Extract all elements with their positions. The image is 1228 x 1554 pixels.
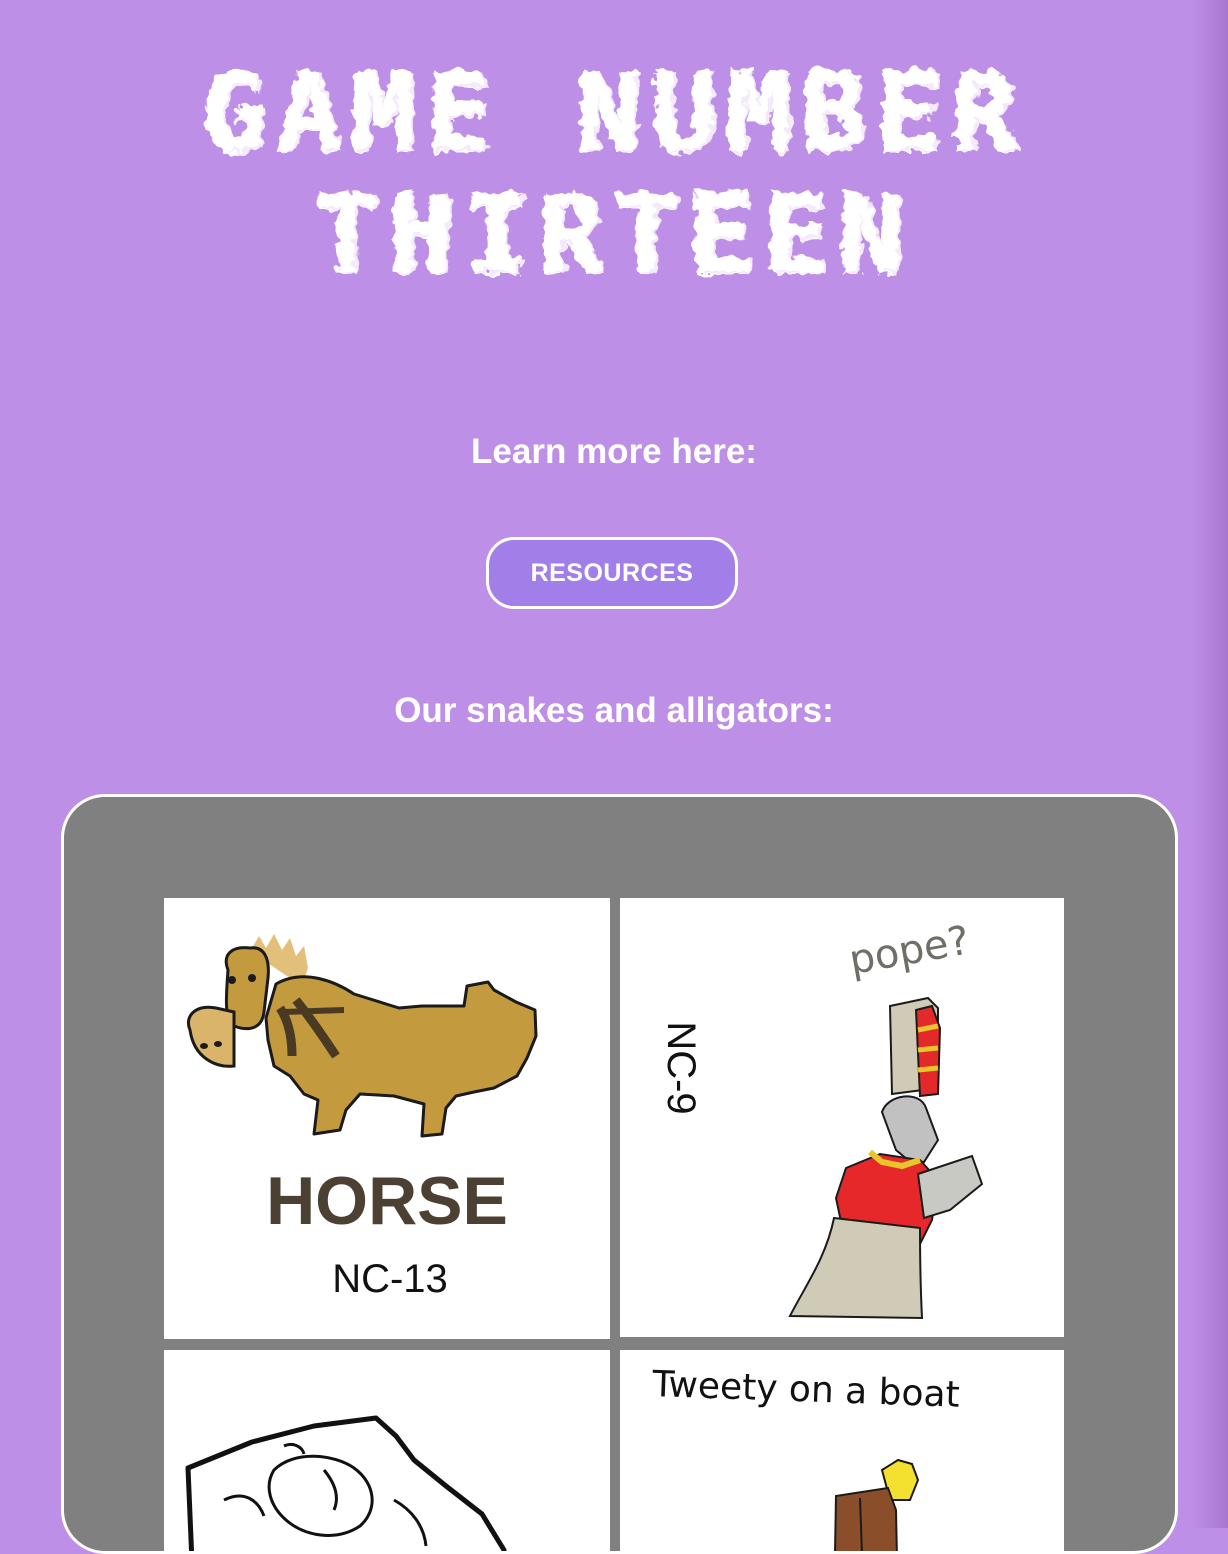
map-drawing: 3 [185, 1415, 585, 1554]
pope-caption: pope? [846, 918, 973, 984]
resources-button[interactable]: RESOURCES [486, 537, 738, 609]
horse-code: NC-13 [332, 1257, 448, 1301]
learn-more-heading: Learn more here: [471, 432, 757, 471]
title-line-2: thirteen [313, 172, 915, 297]
pope-drawing: pope? NC-9 [659, 918, 984, 1320]
card-pope[interactable]: pope? NC-9 [620, 898, 1064, 1337]
title-line-1: Game number [201, 50, 1027, 175]
card-horse[interactable]: HORSE NC-13 [164, 898, 610, 1339]
card-tweety[interactable]: Tweety on a boat [620, 1350, 1064, 1551]
card-map[interactable]: 3 [164, 1350, 610, 1554]
gallery-heading: Our snakes and alligators: [394, 691, 834, 730]
pope-code: NC-9 [659, 1021, 703, 1114]
site-title: Game number thirteen [0, 52, 1228, 296]
horse-drawing: HORSE NC-13 [187, 934, 538, 1301]
page-title: Game number thirteen [0, 52, 1228, 296]
card-gallery: HORSE NC-13 pope? NC-9 3 T [61, 794, 1178, 1554]
svg-text:3: 3 [541, 1550, 585, 1554]
tweety-caption: Tweety on a boat [651, 1364, 961, 1416]
bird-on-boat-drawing: Tweety on a boat [651, 1364, 961, 1551]
horse-word: HORSE [266, 1163, 508, 1239]
